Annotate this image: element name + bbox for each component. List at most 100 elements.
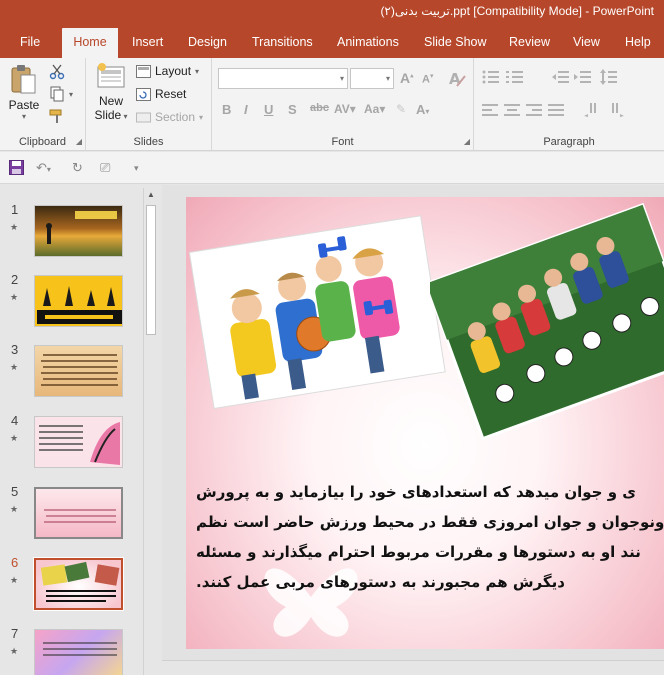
new-slide-label-1: New [98,94,123,108]
slide-thumbnail-6[interactable] [33,557,124,611]
notes-divider[interactable] [162,660,664,675]
change-case-icon[interactable]: Aa▾ [364,102,385,116]
strikethrough-icon[interactable]: abc [310,102,329,114]
animation-star-icon: ★ [10,222,19,232]
underline-icon[interactable]: U [264,102,273,117]
thumb-number: 1 [11,202,19,217]
save-icon[interactable] [9,160,24,175]
copy-button[interactable]: ▾ [49,86,73,102]
shadow-icon[interactable]: S [288,102,297,117]
soccer-kids-photo[interactable] [430,197,664,442]
customize-toolbar-icon[interactable]: ▾ [134,163,139,174]
tab-home[interactable]: Home [62,28,118,58]
italic-icon[interactable]: I [244,102,248,117]
start-slideshow-icon[interactable]: ⎚ [100,160,110,176]
layout-icon [136,64,151,78]
copy-icon [50,86,64,102]
align-right-icon[interactable] [526,104,542,116]
chevron-down-icon: ▾ [339,74,344,83]
animation-star-icon: ★ [10,362,19,372]
ribbon: Paste ▾ ▾ Clipboard ◢ New Slide ▾ Layout… [0,58,664,151]
animation-star-icon: ★ [10,292,19,302]
paste-button[interactable]: Paste ▾ [6,64,42,121]
thumbnail-image [40,561,120,602]
animation-star-icon: ★ [10,433,19,443]
quick-access-toolbar: ↶▾ ↻ ⎚ ▾ [0,152,664,184]
title-bar: (۲)تربیت بدنی.ppt [Compatibility Mode] -… [0,0,664,24]
numbering-icon[interactable] [506,70,524,84]
decrease-indent-icon[interactable] [552,70,570,84]
character-spacing-icon[interactable]: AV▾ [334,102,356,116]
align-left-icon[interactable] [482,104,498,116]
slide-text-line: نند او به دستورها و مقررات مربوط احترام … [196,543,641,561]
format-painter-icon[interactable] [49,108,65,124]
slide-thumbnail-1[interactable] [34,205,123,257]
tab-file[interactable]: File [14,28,46,58]
highlight-icon[interactable]: ✎ [396,102,406,116]
font-group: ▾ ▾ A▴ A▾ A B I U S abc AV▾ Aa▾ ✎ A▾ Fon… [212,58,474,151]
clipboard-group-label: Clipboard [18,136,67,148]
rtl-direction-icon[interactable] [584,103,600,117]
slide-thumbnail-3[interactable] [34,345,123,397]
paste-label: Paste [8,98,40,112]
font-group-label: Font [331,136,354,148]
tab-insert[interactable]: Insert [126,28,169,58]
chevron-down-icon: ▾ [21,112,26,121]
cut-icon[interactable] [49,64,65,80]
slides-group-label: Slides [133,136,164,148]
slide-thumbnail-5[interactable] [34,487,123,539]
undo-icon[interactable]: ↶▾ [36,160,51,176]
tab-animations[interactable]: Animations [331,28,405,58]
bullets-icon[interactable] [482,70,500,84]
clipboard-group: Paste ▾ ▾ Clipboard ◢ [0,58,86,151]
tab-help[interactable]: Help [619,28,657,58]
redo-icon[interactable]: ↻ [72,160,83,176]
thumbnail-image [37,286,122,324]
scrollbar-thumb[interactable] [146,205,156,335]
animation-star-icon: ★ [10,575,19,585]
kids-sports-photo[interactable] [188,205,448,415]
layout-button[interactable]: Layout ▾ [136,64,199,78]
slide-text-line: ی و جوان میدهد که استعدادهای خود را بیاز… [196,483,637,501]
slide-thumbnail-4[interactable] [34,416,123,468]
new-slide-icon [97,63,125,88]
decrease-font-icon[interactable]: A▾ [422,72,433,86]
new-slide-button[interactable]: New Slide ▾ [92,62,130,122]
slides-group: New Slide ▾ Layout ▾ Reset Section ▾ Sli… [86,58,212,151]
paste-icon [11,65,36,94]
increase-font-icon[interactable]: A▴ [400,70,414,86]
tab-transitions[interactable]: Transitions [246,28,319,58]
font-size-combo[interactable]: ▾ [350,68,394,89]
increase-indent-icon[interactable] [574,70,592,84]
tab-design[interactable]: Design [182,28,233,58]
font-name-combo[interactable]: ▾ [218,68,348,89]
chevron-down-icon: ▾ [195,66,200,76]
dialog-launcher-icon[interactable]: ◢ [76,137,82,146]
thumbnail-image [43,642,117,656]
reset-button[interactable]: Reset [136,87,186,101]
tab-slide-show[interactable]: Slide Show [418,28,493,58]
dialog-launcher-icon[interactable]: ◢ [464,137,470,146]
slide-thumbnails-pane: 1 ★ 2 ★ 3 ★ 4 ★ 5 ★ 6 ★ 7 ★ [0,185,162,675]
slide-body-text[interactable]: ی و جوان میدهد که استعدادهای خود را بیاز… [196,477,664,597]
font-color-icon[interactable]: A▾ [416,102,429,117]
chevron-down-icon: ▾ [69,89,74,99]
slide-thumbnail-2[interactable] [34,275,123,327]
thumb-number: 7 [11,626,19,641]
align-center-icon[interactable] [504,104,520,116]
ltr-direction-icon[interactable] [608,103,624,117]
clear-formatting-icon[interactable]: A [448,68,466,88]
slide-editor[interactable]: ی و جوان میدهد که استعدادهای خود را بیاز… [186,197,664,649]
slide-thumbnail-7[interactable] [34,629,123,675]
tab-review[interactable]: Review [503,28,556,58]
thumb-number: 3 [11,342,19,357]
thumb-number: 4 [11,413,19,428]
thumbnails-scrollbar[interactable]: ▲ [143,188,158,675]
tab-view[interactable]: View [567,28,606,58]
bold-icon[interactable]: B [222,102,231,117]
scroll-up-icon[interactable]: ▲ [147,190,155,199]
section-button[interactable]: Section ▾ [136,110,203,124]
line-spacing-icon[interactable] [600,69,618,85]
thumbnail-image [44,509,116,523]
justify-icon[interactable] [548,104,564,116]
